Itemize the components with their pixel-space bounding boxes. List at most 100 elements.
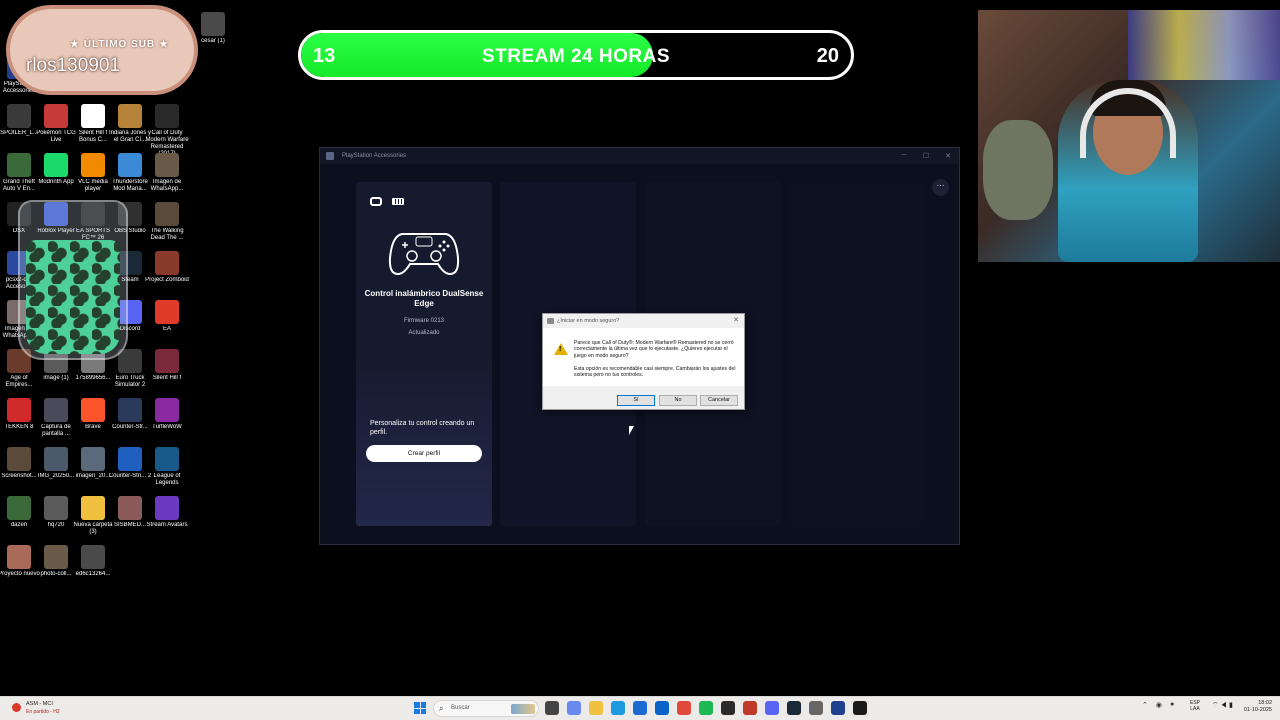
- desktop-icon[interactable]: Stream Avatars: [147, 496, 187, 529]
- desktop-icon[interactable]: TurtleWoW: [148, 398, 186, 431]
- desktop-icon[interactable]: Indiana Jones y el Gran Cí...: [109, 104, 151, 144]
- desktop-icon[interactable]: EA: [148, 300, 186, 333]
- game-taskbar-icon[interactable]: [743, 701, 757, 715]
- app-icon: [44, 398, 68, 422]
- desktop-icon[interactable]: ed6c13264...: [74, 545, 112, 578]
- desktop-icon[interactable]: Project Zomboid: [145, 251, 189, 284]
- desktop-icon[interactable]: IMG_20250...: [37, 447, 75, 480]
- maximize-button[interactable]: ☐: [915, 152, 937, 160]
- desktop-icon[interactable]: Nueva carpeta (3): [73, 496, 113, 536]
- desktop-icon[interactable]: Brave: [74, 398, 112, 431]
- desktop-icon[interactable]: Captura de pantalla ...: [37, 398, 75, 438]
- desktop-icon[interactable]: The Walking Dead The ...: [148, 202, 186, 242]
- clock-date: 01-10-2025: [1243, 707, 1272, 713]
- battery-icon: [392, 198, 404, 205]
- desktop-icon[interactable]: Thunderstore Mod Mana...: [111, 153, 149, 193]
- device-panel: Control inalámbrico DualSense Edge Firmw…: [356, 182, 492, 526]
- network-icon[interactable]: ⌔ ◀ ▮: [1212, 702, 1233, 709]
- desktop-icon-label: Imagen de WhatsApp...: [150, 179, 184, 192]
- desktop-icon[interactable]: Proyecto nuevo: [0, 545, 40, 578]
- location-icon[interactable]: ◉: [1156, 701, 1162, 709]
- copilot-taskbar-icon[interactable]: [567, 701, 581, 715]
- app-icon: [155, 398, 179, 422]
- clock[interactable]: 18:02 01-10-2025: [1236, 700, 1272, 714]
- webcam-feed: [978, 10, 1280, 262]
- no-button[interactable]: No: [659, 395, 697, 406]
- chrome-taskbar-icon[interactable]: [677, 701, 691, 715]
- desktop-icon-label: TurtleWoW: [152, 424, 182, 430]
- desktop-icon[interactable]: Silent Hill f Bonus C...: [74, 104, 112, 144]
- app-icon: [7, 496, 31, 520]
- settings-taskbar-icon[interactable]: [809, 701, 823, 715]
- desktop-icon[interactable]: Imagen de WhatsApp...: [148, 153, 186, 193]
- desktop-icon[interactable]: photo-coll...: [37, 545, 75, 578]
- xbox-taskbar-icon[interactable]: [721, 701, 735, 715]
- app-icon: [44, 496, 68, 520]
- playstation-taskbar-icon[interactable]: [831, 701, 845, 715]
- mic-icon[interactable]: ●: [1170, 701, 1174, 709]
- chevron-up-icon[interactable]: ⌃: [1142, 701, 1148, 709]
- firmware-version: Firmware 0213: [403, 318, 444, 324]
- cancel-button[interactable]: Cancelar: [700, 395, 738, 406]
- app-icon: [7, 398, 31, 422]
- app-icon: [155, 349, 179, 373]
- start-button[interactable]: [414, 702, 426, 714]
- yes-button[interactable]: Sí: [617, 395, 655, 406]
- widget-subtitle: En partido - H2: [26, 709, 60, 715]
- taskbar-search[interactable]: ⌕ Buscar: [433, 700, 539, 717]
- desktop-icon[interactable]: SISBMED...: [111, 496, 149, 529]
- app-icon: [155, 104, 179, 128]
- desktop-icon[interactable]: Screenshot...: [0, 447, 38, 480]
- file-explorer-taskbar-icon[interactable]: [589, 701, 603, 715]
- desktop-icon[interactable]: hq720: [37, 496, 75, 529]
- app-icon: [326, 152, 334, 160]
- app-icon: [81, 153, 105, 177]
- dialog-body: ! Parece que Call of Duty®: Modern Warfa…: [543, 328, 744, 386]
- close-window-button[interactable]: ✕: [937, 152, 959, 160]
- desktop-icon[interactable]: VLC media player: [74, 153, 112, 193]
- widget-title: ASM - MCI: [26, 701, 53, 707]
- more-options-button[interactable]: ···: [932, 179, 949, 196]
- language-indicator[interactable]: ESP LAA: [1190, 700, 1200, 712]
- outlook-taskbar-icon[interactable]: [655, 701, 669, 715]
- controller-icon: [388, 233, 460, 276]
- desktop-icon-label: Silent Hill f: [152, 375, 182, 381]
- desktop-icon[interactable]: Silent Hill f: [148, 349, 186, 382]
- mouse-cursor: [629, 426, 634, 435]
- window-titlebar[interactable]: PlayStation Accessories ─ ☐ ✕: [320, 148, 959, 164]
- desktop-icon-label: EA: [162, 326, 171, 332]
- system-tray: ⌃ ◉ ●: [1142, 701, 1174, 709]
- steam-taskbar-icon[interactable]: [787, 701, 801, 715]
- minimize-button[interactable]: ─: [893, 152, 915, 160]
- app-icon: [155, 300, 179, 324]
- mw-taskbar-icon[interactable]: [853, 701, 867, 715]
- desktop-icon[interactable]: dazen: [0, 496, 38, 529]
- desktop-icon[interactable]: cesar (1): [194, 12, 232, 45]
- task-view-taskbar-icon[interactable]: [545, 701, 559, 715]
- desktop-icon[interactable]: Modrinth App: [37, 153, 75, 186]
- spotify-taskbar-icon[interactable]: [699, 701, 713, 715]
- desktop-icon[interactable]: League of Legends: [148, 447, 186, 487]
- app-icon: [118, 398, 142, 422]
- taskbar: ASM - MCI En partido - H2 ⌕ Buscar ⌃ ◉ ●…: [0, 696, 1280, 720]
- desktop-icon[interactable]: Counter-Str...: [111, 398, 149, 431]
- desktop-icon[interactable]: Counter-Stri... 2: [109, 447, 151, 480]
- desktop-icon[interactable]: Pokémon TCG Live: [36, 104, 76, 144]
- edge-taskbar-icon[interactable]: [611, 701, 625, 715]
- app-icon: [44, 153, 68, 177]
- discord-taskbar-icon[interactable]: [765, 701, 779, 715]
- app-icon: [81, 398, 105, 422]
- desktop-icon[interactable]: TEKKEN 8: [0, 398, 38, 431]
- search-placeholder: Buscar: [451, 705, 470, 711]
- store-taskbar-icon[interactable]: [633, 701, 647, 715]
- desktop-icon[interactable]: imagen_20...: [74, 447, 112, 480]
- desktop-icon[interactable]: SPOILER_L...: [0, 104, 38, 137]
- dialog-note: Esta opción es recomendable casi siempre…: [574, 366, 736, 379]
- desktop-icon[interactable]: Call of Duty Modern Warfare Remastered (…: [145, 104, 189, 158]
- dialog-close-button[interactable]: ✕: [733, 316, 739, 324]
- desktop-icon[interactable]: Grand Theft Auto V En...: [0, 153, 38, 193]
- create-profile-button[interactable]: Crear perfil: [366, 445, 482, 462]
- app-icon: [81, 496, 105, 520]
- empty-device-slot: [789, 182, 925, 526]
- app-icon: [155, 447, 179, 471]
